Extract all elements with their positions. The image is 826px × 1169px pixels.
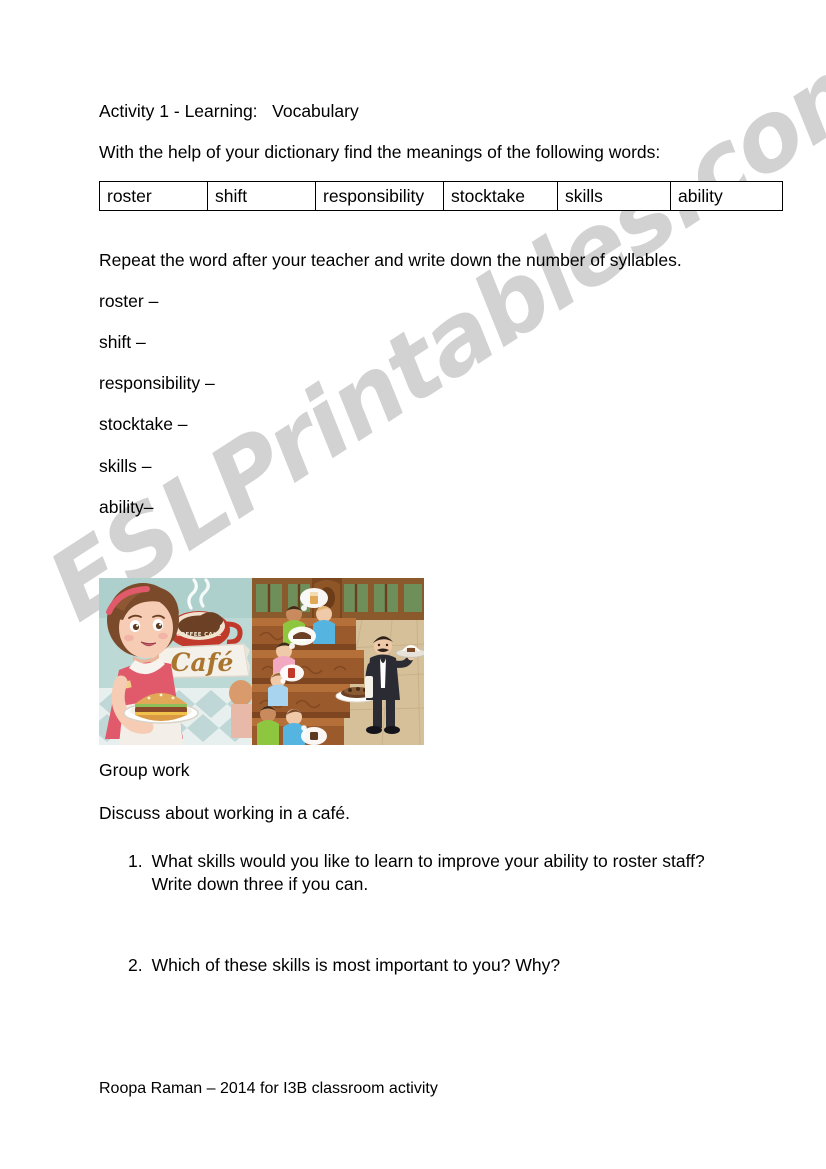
syllable-line-roster: roster – <box>99 291 159 311</box>
group-work-heading: Group work <box>99 760 190 780</box>
question-text: Which of these skills is most important … <box>151 955 561 975</box>
question-number: 2. <box>128 955 143 975</box>
table-row: roster shift responsibility stocktake sk… <box>99 181 783 211</box>
question-item-1: 1. What skills would you like to learn t… <box>128 850 748 897</box>
syllable-line-skills: skills – <box>99 456 152 476</box>
vocab-cell-shift: shift <box>207 181 316 211</box>
question-text: What skills would you like to learn to i… <box>151 851 705 895</box>
cafe-waitress-illustration: COFFEE CAKE Café <box>99 578 252 745</box>
vocab-cell-responsibility: responsibility <box>315 181 444 211</box>
svg-text:Café: Café <box>171 648 234 677</box>
syllable-line-shift: shift – <box>99 332 146 352</box>
vocab-cell-stocktake: stocktake <box>443 181 558 211</box>
cafe-restaurant-svg <box>252 578 424 745</box>
question-item-2: 2. Which of these skills is most importa… <box>128 954 688 977</box>
repeat-instruction: Repeat the word after your teacher and w… <box>99 250 682 270</box>
illustration-group: COFFEE CAKE Café <box>99 578 424 745</box>
syllable-line-stocktake: stocktake – <box>99 414 188 434</box>
syllable-line-ability: ability– <box>99 497 154 517</box>
vocabulary-table: roster shift responsibility stocktake sk… <box>99 181 783 211</box>
cafe-restaurant-game-illustration <box>252 578 424 745</box>
page-title: Activity 1 - Learning: Vocabulary <box>99 101 359 121</box>
cafe-waitress-svg: COFFEE CAKE Café <box>99 578 252 745</box>
worksheet-page: ESLPrintables.com Activity 1 - Learning:… <box>0 0 826 1169</box>
discuss-instruction: Discuss about working in a café. <box>99 803 350 823</box>
vocab-cell-roster: roster <box>99 181 208 211</box>
footer-credit: Roopa Raman – 2014 for I3B classroom act… <box>99 1080 438 1097</box>
intro-instruction: With the help of your dictionary find th… <box>99 142 661 162</box>
question-number: 1. <box>128 851 143 871</box>
vocab-cell-skills: skills <box>557 181 671 211</box>
syllable-line-responsibility: responsibility – <box>99 373 215 393</box>
svg-text:COFFEE CAKE: COFFEE CAKE <box>176 632 222 638</box>
vocab-cell-ability: ability <box>670 181 783 211</box>
